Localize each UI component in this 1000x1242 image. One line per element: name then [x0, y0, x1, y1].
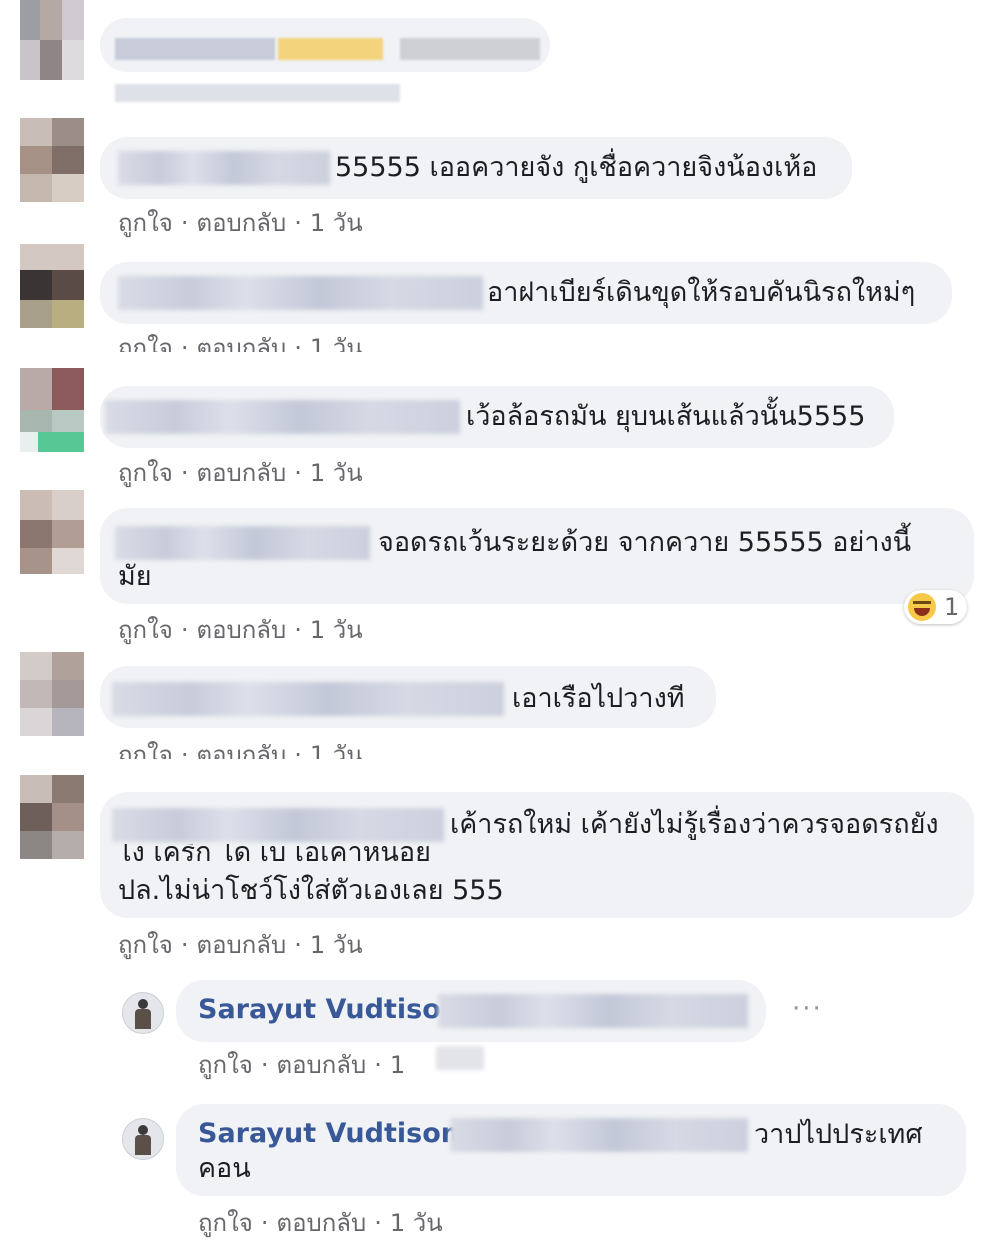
- avatar[interactable]: [20, 652, 84, 736]
- reply-actions: ถูกใจ · ตอบกลับ · 1: [198, 1045, 405, 1084]
- separator: ·: [180, 459, 189, 487]
- comment-actions: ถูกใจ · ตอบกลับ · 1 วัน: [118, 203, 363, 242]
- comment-actions: ถูกใจ · ตอบกลับ · 1 วัน: [118, 328, 363, 352]
- person-icon: [138, 999, 148, 1009]
- reply-link[interactable]: ตอบกลับ: [196, 209, 286, 237]
- separator: ·: [294, 459, 302, 487]
- reply-link[interactable]: ตอบกลับ: [196, 931, 286, 959]
- comment-text: อาฝาเบียร์เดินขุดให้รอบคันนิรถใหม่ๆ: [487, 277, 916, 308]
- reply-text-line: คอน: [198, 1153, 251, 1184]
- reply-author-name[interactable]: Sarayut Vudtisom: [198, 994, 469, 1025]
- laughing-emoji-icon: [908, 593, 936, 621]
- like-link[interactable]: ถูกใจ: [118, 334, 173, 352]
- blurred-name: [112, 682, 504, 716]
- blurred-text: [450, 1118, 748, 1152]
- blurred-name: [118, 276, 483, 310]
- like-link[interactable]: ถูกใจ: [198, 1051, 253, 1079]
- comment-text: เว้อล้อรถมัน ยุบนเส้นแล้วนั้น5555: [466, 401, 866, 432]
- separator: ·: [180, 209, 189, 237]
- separator: ·: [374, 1209, 382, 1237]
- blurred-name: [105, 400, 460, 434]
- avatar[interactable]: [20, 244, 84, 328]
- like-link[interactable]: ถูกใจ: [118, 616, 173, 644]
- like-link[interactable]: ถูกใจ: [118, 931, 173, 959]
- separator: ·: [180, 741, 189, 759]
- reply-link[interactable]: ตอบกลับ: [276, 1209, 366, 1237]
- ellipsis-icon[interactable]: ···: [792, 994, 823, 1024]
- timestamp[interactable]: 1 วัน: [390, 1209, 443, 1237]
- blurred-text: [115, 38, 275, 60]
- avatar[interactable]: [20, 0, 84, 80]
- separator: ·: [180, 334, 189, 352]
- reaction-badge[interactable]: 1: [904, 590, 968, 624]
- blurred-meta: [115, 84, 400, 102]
- separator: ·: [180, 616, 189, 644]
- blurred-text: [438, 994, 748, 1028]
- comment-actions: ถูกใจ · ตอบกลับ · 1 วัน: [118, 735, 363, 759]
- timestamp[interactable]: 1 วัน: [310, 931, 363, 959]
- separator: ·: [294, 931, 302, 959]
- blurred-name: [112, 808, 444, 842]
- blurred-text: [436, 1046, 484, 1070]
- reply-link[interactable]: ตอบกลับ: [276, 1051, 366, 1079]
- comment-text-line: จอดรถเว้นระยะด้วย จากควาย 55555 อย่างนี้: [378, 527, 912, 558]
- blurred-name: [118, 151, 330, 185]
- comment-text: เอาเรือไปวางที: [512, 683, 685, 714]
- separator: ·: [260, 1209, 269, 1237]
- reply-actions: ถูกใจ · ตอบกลับ · 1 วัน: [198, 1203, 443, 1242]
- like-link[interactable]: ถูกใจ: [118, 741, 173, 759]
- timestamp[interactable]: 1 วัน: [310, 741, 363, 759]
- reply-author-name[interactable]: Sarayut Vudtisom: [198, 1118, 469, 1149]
- timestamp[interactable]: 1 วัน: [310, 459, 363, 487]
- timestamp[interactable]: 1: [390, 1051, 405, 1079]
- comment-actions: ถูกใจ · ตอบกลับ · 1 วัน: [118, 925, 363, 964]
- person-body: [135, 1135, 151, 1155]
- separator: ·: [294, 209, 302, 237]
- reply-text-line: วาปไปประเทศ: [754, 1119, 923, 1150]
- separator: ·: [180, 931, 189, 959]
- like-link[interactable]: ถูกใจ: [118, 459, 173, 487]
- avatar[interactable]: [20, 118, 84, 202]
- avatar[interactable]: [20, 368, 84, 452]
- comment-text: 55555 เออควายจัง กูเชื่อควายจิงน้องเห้อ: [335, 152, 818, 183]
- reaction-count: 1: [944, 593, 960, 621]
- reply-link[interactable]: ตอบกลับ: [196, 459, 286, 487]
- timestamp[interactable]: 1 วัน: [310, 209, 363, 237]
- comment-text-line: มัย: [118, 561, 152, 592]
- reply-link[interactable]: ตอบกลับ: [196, 741, 286, 759]
- comment-text-line: เค้ารถใหม่ เค้ายังไม่รู้เรื่องว่าควรจอดร…: [450, 809, 939, 840]
- comment-actions: ถูกใจ · ตอบกลับ · 1 วัน: [118, 610, 363, 649]
- blurred-name: [115, 526, 370, 560]
- avatar[interactable]: [122, 1118, 164, 1160]
- comment-text-line: ไง เคริก ได เบ เอเคาหนอย: [118, 844, 431, 866]
- comment-actions: ถูกใจ · ตอบกลับ · 1 วัน: [118, 453, 363, 492]
- timestamp[interactable]: 1 วัน: [310, 334, 363, 352]
- separator: ·: [294, 741, 302, 759]
- blurred-text: [278, 38, 383, 60]
- person-icon: [138, 1125, 148, 1135]
- reply-link[interactable]: ตอบกลับ: [196, 616, 286, 644]
- separator: ·: [260, 1051, 269, 1079]
- like-link[interactable]: ถูกใจ: [198, 1209, 253, 1237]
- avatar[interactable]: [20, 775, 84, 859]
- reply-link[interactable]: ตอบกลับ: [196, 334, 286, 352]
- person-body: [135, 1009, 151, 1029]
- avatar[interactable]: [20, 490, 84, 574]
- comment-text-line: ปล.ไม่น่าโชว์โง่ใส่ตัวเองเลย 555: [118, 875, 504, 906]
- separator: ·: [374, 1051, 382, 1079]
- blurred-text: [400, 38, 540, 60]
- timestamp[interactable]: 1 วัน: [310, 616, 363, 644]
- like-link[interactable]: ถูกใจ: [118, 209, 173, 237]
- separator: ·: [294, 616, 302, 644]
- avatar[interactable]: [122, 992, 164, 1034]
- separator: ·: [294, 334, 302, 352]
